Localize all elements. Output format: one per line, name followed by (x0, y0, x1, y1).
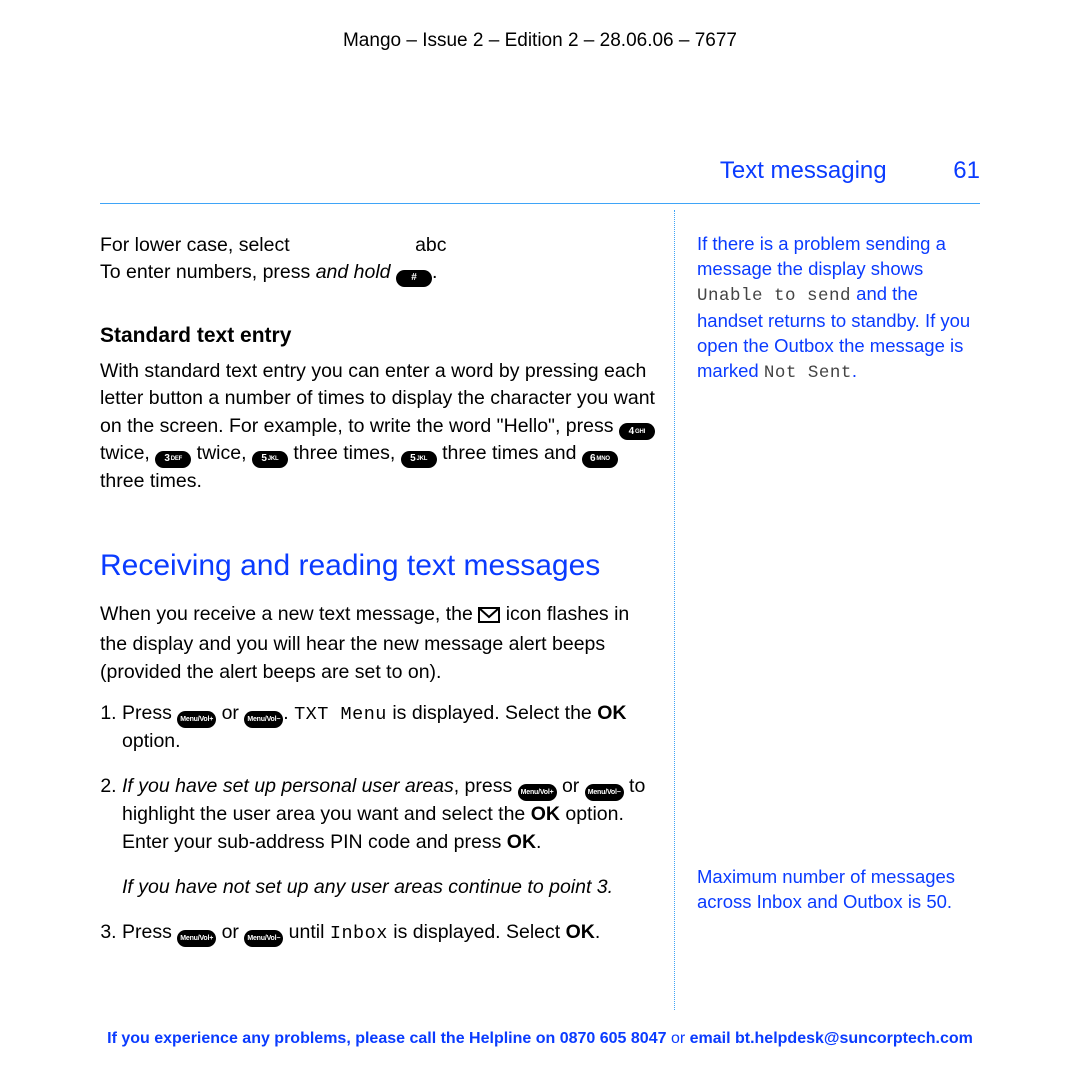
text: , press (454, 775, 518, 797)
ok-label: OK (507, 831, 536, 853)
text: is displayed. Select the (387, 702, 597, 724)
menu-vol-plus-key-icon: Menu/Vol+ (518, 784, 557, 801)
left-column: For lower case, select abc To enter numb… (100, 204, 674, 1010)
text: For lower case, select (100, 234, 290, 256)
sidebar-note-2: Maximum number of messages across Inbox … (697, 865, 980, 915)
step-2-note: If you have not set up any user areas co… (122, 874, 660, 901)
step-3: Press Menu/Vol+ or Menu/Vol− until Inbox… (122, 919, 660, 947)
page-footer: If you experience any problems, please c… (0, 1030, 1080, 1048)
abc-indicator: abc (415, 232, 446, 259)
sidebar-note-1: If there is a problem sending a message … (697, 232, 980, 385)
text: three times. (100, 470, 202, 492)
receiving-para: When you receive a new text message, the… (100, 601, 660, 686)
steps-list: Press Menu/Vol+ or Menu/Vol−. TXT Menu i… (100, 700, 660, 947)
step-1: Press Menu/Vol+ or Menu/Vol−. TXT Menu i… (122, 700, 660, 755)
text: . (283, 702, 294, 724)
ok-label: OK (566, 921, 595, 943)
display-text: TXT Menu (294, 704, 387, 725)
ok-label: OK (597, 702, 626, 724)
menu-vol-minus-key-icon: Menu/Vol− (244, 711, 283, 728)
text: . (595, 921, 600, 943)
section-header: Text messaging 61 (60, 157, 1020, 185)
hash-key-icon: # (396, 270, 432, 287)
text: option. (122, 730, 181, 752)
text: Press (122, 921, 177, 943)
spacer (697, 425, 980, 865)
envelope-icon (478, 604, 500, 631)
right-column: If there is a problem sending a message … (675, 204, 980, 1010)
key-5-icon: 5JKL (401, 451, 437, 468)
subheading-standard: Standard text entry (100, 321, 660, 350)
key-6-icon: 6MNO (582, 451, 618, 468)
page-number: 61 (953, 157, 980, 184)
text: until (283, 921, 330, 943)
footer-email: email bt.helpdesk@suncorptech.com (690, 1030, 973, 1047)
text: twice, (100, 442, 155, 464)
display-text: Inbox (330, 923, 388, 944)
text: Press (122, 702, 177, 724)
footer-text: If you experience any problems, please c… (107, 1030, 560, 1047)
columns: For lower case, select abc To enter numb… (100, 204, 980, 1010)
menu-vol-plus-key-icon: Menu/Vol+ (177, 711, 216, 728)
text: . (432, 261, 437, 283)
text: or (557, 775, 585, 797)
text: twice, (191, 442, 252, 464)
page: Mango – Issue 2 – Edition 2 – 28.06.06 –… (0, 0, 1080, 1076)
key-3-icon: 3DEF (155, 451, 191, 468)
display-text: Not Sent (764, 363, 852, 383)
section-title: Text messaging (720, 157, 887, 184)
doc-header: Mango – Issue 2 – Edition 2 – 28.06.06 –… (60, 30, 1020, 52)
text: With standard text entry you can enter a… (100, 360, 655, 437)
text: When you receive a new text message, the (100, 603, 478, 625)
display-text: Unable to send (697, 286, 851, 306)
menu-vol-plus-key-icon: Menu/Vol+ (177, 930, 216, 947)
text: or (216, 921, 244, 943)
text: is displayed. Select (388, 921, 566, 943)
lowercase-line: For lower case, select abc To enter numb… (100, 232, 660, 287)
text-italic: and hold (316, 261, 391, 283)
text: three times and (437, 442, 582, 464)
footer-phone: 0870 605 8047 (560, 1030, 667, 1047)
key-4-icon: 4GHI (619, 423, 655, 440)
heading-receiving: Receiving and reading text messages (100, 545, 660, 587)
text-italic: If you have set up personal user areas (122, 775, 454, 797)
menu-vol-minus-key-icon: Menu/Vol− (244, 930, 283, 947)
text: three times, (288, 442, 401, 464)
standard-entry-para: With standard text entry you can enter a… (100, 358, 660, 495)
text: . (852, 360, 857, 381)
text: If there is a problem sending a message … (697, 233, 946, 279)
key-5-icon: 5JKL (252, 451, 288, 468)
step-2: If you have set up personal user areas, … (122, 773, 660, 901)
text: . (536, 831, 541, 853)
text: To enter numbers, press (100, 261, 316, 283)
text: or (216, 702, 244, 724)
footer-text: or (667, 1030, 690, 1047)
menu-vol-minus-key-icon: Menu/Vol− (585, 784, 624, 801)
ok-label: OK (531, 803, 560, 825)
